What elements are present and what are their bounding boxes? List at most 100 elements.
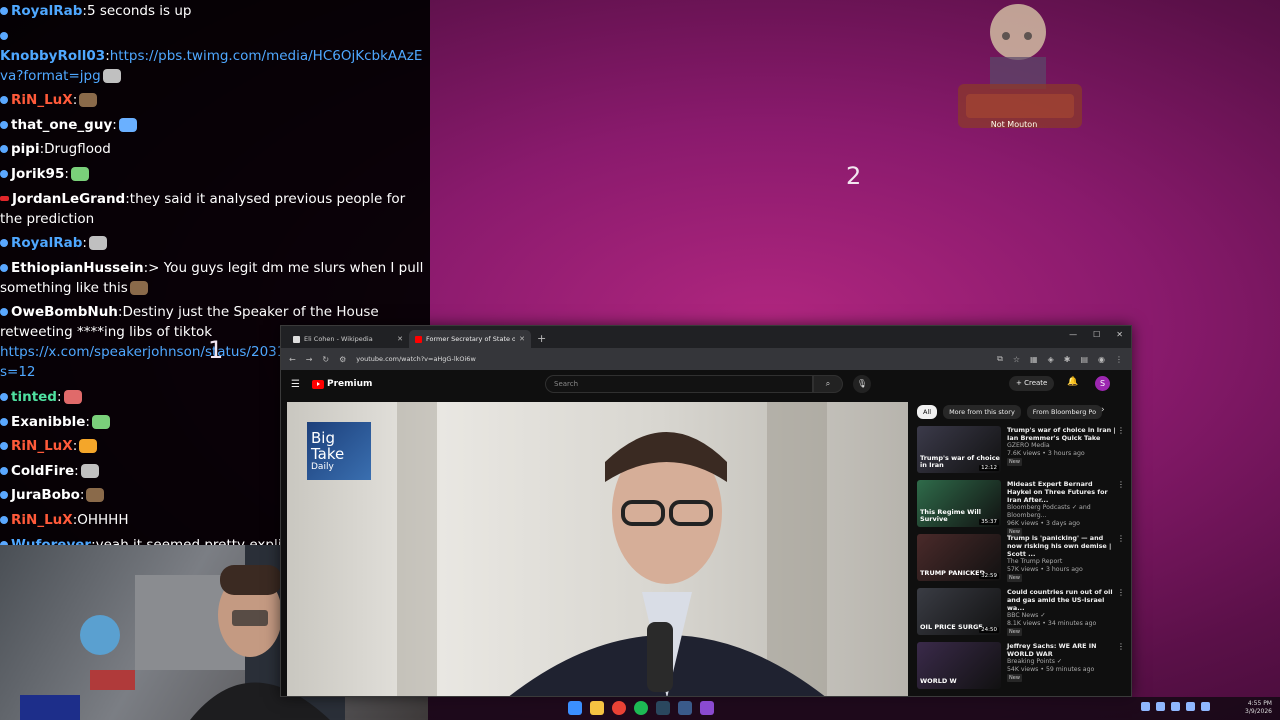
more-options-icon[interactable]: ⋮ xyxy=(1117,534,1125,543)
recommended-video[interactable]: TRUMP PANICKED 32:59 Trump is 'panicking' … xyxy=(917,534,1125,588)
video-title[interactable]: Jeffrey Sachs: WE ARE IN WORLD WAR xyxy=(1007,642,1117,658)
new-tab-button[interactable]: + xyxy=(537,332,546,345)
more-options-icon[interactable]: ⋮ xyxy=(1117,642,1125,651)
hamburger-menu-icon[interactable]: ☰ xyxy=(291,379,300,390)
chat-emote-icon xyxy=(91,414,110,429)
video-player[interactable]: Big Take Daily xyxy=(287,402,908,696)
forward-icon[interactable]: → xyxy=(306,355,313,364)
video-title[interactable]: Trump's war of choice in Iran | Ian Brem… xyxy=(1007,426,1117,442)
avatar-name-label: Not Mouton xyxy=(990,120,1038,129)
more-options-icon[interactable]: ⋮ xyxy=(1117,426,1125,435)
search-button[interactable]: ⌕ xyxy=(813,375,843,393)
youtube-logo[interactable]: Premium xyxy=(311,379,372,389)
chat-text: : xyxy=(112,116,117,133)
recommended-video[interactable]: OIL PRICE SURGE 24:50 Could countries run … xyxy=(917,588,1125,642)
more-options-icon[interactable]: ⋮ xyxy=(1117,588,1125,597)
video-thumbnail[interactable]: OIL PRICE SURGE 24:50 xyxy=(917,588,1001,635)
video-thumbnail[interactable]: Trump's war of choice in Iran 12:12 xyxy=(917,426,1001,473)
chat-username[interactable]: RoyalRab xyxy=(11,235,82,251)
video-channel[interactable]: The Trump Report xyxy=(1007,558,1117,566)
tray-icon[interactable] xyxy=(1186,702,1195,711)
chat-username[interactable]: RiN_LuX xyxy=(11,92,73,108)
profile-icon[interactable]: ◉ xyxy=(1098,355,1105,364)
video-channel[interactable]: Bloomberg Podcasts ✓ and Bloomberg... xyxy=(1007,504,1117,520)
app-icon[interactable] xyxy=(700,701,714,715)
tab-youtube[interactable]: Former Secretary of State on th ✕ xyxy=(409,330,531,348)
chat-username[interactable]: KnobbyRoll03 xyxy=(0,48,105,64)
chat-username[interactable]: that_one_guy xyxy=(11,117,112,133)
chat-username[interactable]: OweBombNuh xyxy=(11,304,118,320)
taskbar-clock[interactable]: 4:55 PM 3/9/2026 xyxy=(1245,700,1272,716)
minimize-button[interactable]: — xyxy=(1069,330,1077,339)
puzzle-icon[interactable]: ✱ xyxy=(1064,355,1071,364)
chat-username[interactable]: RiN_LuX xyxy=(11,512,73,528)
sidebar-icon[interactable]: ▤ xyxy=(1080,355,1088,364)
extension-icon[interactable]: ▦ xyxy=(1030,355,1038,364)
chat-username[interactable]: JuraBobo xyxy=(11,487,80,503)
site-info-icon[interactable]: ⚙ xyxy=(339,355,346,364)
start-icon[interactable] xyxy=(568,701,582,715)
tab-wikipedia[interactable]: Eli Cohen - Wikipedia ✕ xyxy=(287,330,409,348)
menu-dots-icon[interactable]: ⋮ xyxy=(1115,355,1123,364)
spotify-icon[interactable] xyxy=(634,701,648,715)
chat-badge-icon xyxy=(0,308,8,317)
voice-search-button[interactable]: 🎙 xyxy=(853,375,871,393)
reload-icon[interactable]: ↻ xyxy=(322,355,329,364)
chat-username[interactable]: JordanLeGrand xyxy=(12,191,125,207)
tab-title: Eli Cohen - Wikipedia xyxy=(304,335,373,343)
install-icon[interactable]: ⧉ xyxy=(997,354,1003,364)
clock-time: 4:55 PM xyxy=(1247,700,1272,707)
tray-icon[interactable] xyxy=(1201,702,1210,711)
steam-icon[interactable] xyxy=(656,701,670,715)
thumbnail-text: OIL PRICE SURGE xyxy=(920,623,983,631)
video-thumbnail[interactable]: This Regime Will Survive 35:37 xyxy=(917,480,1001,527)
chat-badge-icon xyxy=(0,417,8,426)
search-input[interactable]: Search xyxy=(545,375,813,393)
account-avatar[interactable]: S xyxy=(1095,376,1110,391)
video-stats: 8.1K views • 34 minutes ago xyxy=(1007,620,1097,627)
chat-username[interactable]: pipi xyxy=(11,141,40,157)
chip-all[interactable]: All xyxy=(917,405,938,419)
recommended-video[interactable]: Trump's war of choice in Iran 12:12 Trump'… xyxy=(917,426,1125,480)
chat-username[interactable]: RoyalRab xyxy=(11,3,82,19)
chrome-icon[interactable] xyxy=(612,701,626,715)
recommended-video[interactable]: WORLD W Jeffrey Sachs: WE ARE IN WORLD WA… xyxy=(917,642,1125,696)
create-button[interactable]: + Create xyxy=(1009,376,1055,391)
chat-username[interactable]: Wuforever xyxy=(11,537,91,546)
chat-username[interactable]: ColdFire xyxy=(11,463,74,479)
more-options-icon[interactable]: ⋮ xyxy=(1117,480,1125,489)
chat-username[interactable]: Jorik95 xyxy=(11,166,64,182)
close-button[interactable]: ✕ xyxy=(1116,330,1123,339)
chip-from-bloomberg[interactable]: From Bloomberg Po xyxy=(1026,405,1103,419)
steam-icon[interactable] xyxy=(678,701,692,715)
maximize-button[interactable]: ☐ xyxy=(1093,330,1100,339)
chevron-right-icon[interactable]: › xyxy=(1101,405,1105,415)
bookmark-star-icon[interactable]: ☆ xyxy=(1013,355,1020,364)
file-explorer-icon[interactable] xyxy=(590,701,604,715)
video-title[interactable]: Mideast Expert Bernard Haykel on Three F… xyxy=(1007,480,1117,504)
video-title[interactable]: Trump is 'panicking' — and now risking h… xyxy=(1007,534,1117,558)
chat-username[interactable]: Exanibble xyxy=(11,414,85,430)
video-channel[interactable]: BBC News ✓ xyxy=(1007,612,1117,620)
notifications-bell-icon[interactable]: 🔔 xyxy=(1067,377,1078,387)
tray-icon[interactable] xyxy=(1156,702,1165,711)
chat-username[interactable]: EthiopianHussein xyxy=(11,260,144,276)
video-channel[interactable]: Breaking Points ✓ xyxy=(1007,658,1117,666)
video-title[interactable]: Could countries run out of oil and gas a… xyxy=(1007,588,1117,612)
back-icon[interactable]: ← xyxy=(289,355,296,364)
close-tab-icon[interactable]: ✕ xyxy=(519,335,525,343)
chat-username[interactable]: RiN_LuX xyxy=(11,438,73,454)
chip-more-from-story[interactable]: More from this story xyxy=(943,405,1021,419)
url-field[interactable]: youtube.com/watch?v=aHgG-lkOi6w xyxy=(356,355,987,363)
tray-icon[interactable] xyxy=(1141,702,1150,711)
tab-title: Former Secretary of State on th xyxy=(426,335,515,343)
video-channel[interactable]: GZERO Media xyxy=(1007,442,1117,450)
video-thumbnail[interactable]: TRUMP PANICKED 32:59 xyxy=(917,534,1001,581)
tray-icon[interactable] xyxy=(1171,702,1180,711)
recommended-video[interactable]: This Regime Will Survive 35:37 Mideast Exp… xyxy=(917,480,1125,536)
address-bar: ← → ↻ ⚙ youtube.com/watch?v=aHgG-lkOi6w … xyxy=(281,348,1131,370)
extension-icon[interactable]: ◈ xyxy=(1048,355,1054,364)
chat-username[interactable]: tinted xyxy=(11,389,57,405)
close-tab-icon[interactable]: ✕ xyxy=(397,335,403,343)
video-thumbnail[interactable]: WORLD W xyxy=(917,642,1001,689)
